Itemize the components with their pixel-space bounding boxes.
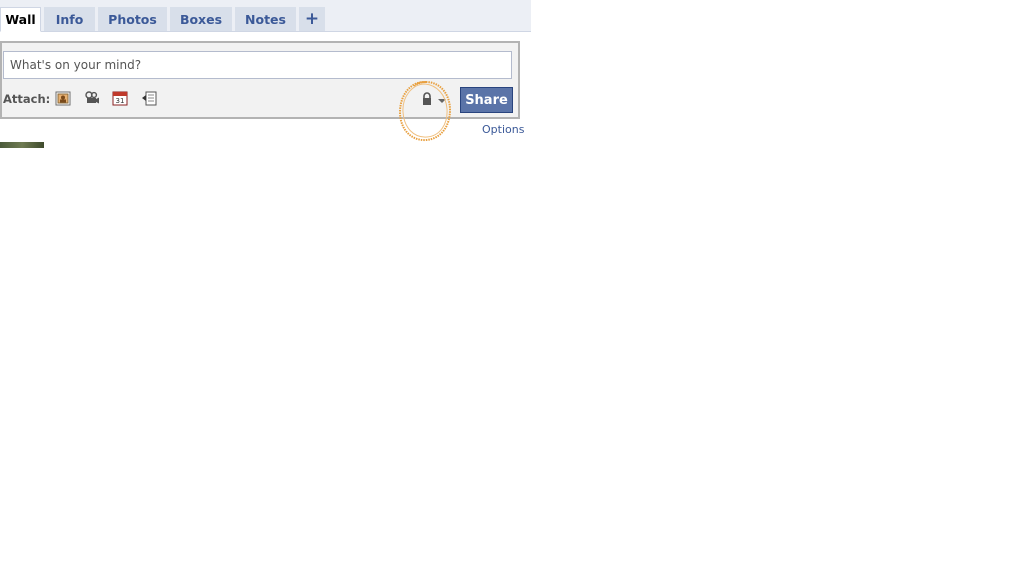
attach-label: Attach: xyxy=(3,92,51,106)
story-author-name[interactable] xyxy=(52,142,142,149)
privacy-selector[interactable] xyxy=(421,91,451,107)
dropdown-arrow-icon xyxy=(438,99,446,103)
tab-notes[interactable]: Notes xyxy=(235,7,296,31)
status-input[interactable] xyxy=(3,51,512,79)
share-button[interactable]: Share xyxy=(460,87,513,113)
tab-wall[interactable]: Wall xyxy=(0,7,41,32)
options-link[interactable]: Options xyxy=(482,123,524,136)
event-icon[interactable]: 31 xyxy=(112,91,128,106)
add-tab-button[interactable]: + xyxy=(299,7,325,31)
tab-boxes[interactable]: Boxes xyxy=(170,7,232,31)
video-icon[interactable] xyxy=(84,91,100,106)
status-publisher: Attach: 31 xyxy=(0,41,520,119)
svg-text:31: 31 xyxy=(116,97,125,105)
tab-photos[interactable]: Photos xyxy=(98,7,167,31)
profile-tab-bar: Wall Info Photos Boxes Notes + xyxy=(0,0,531,32)
lock-icon xyxy=(423,92,431,105)
link-icon[interactable] xyxy=(141,91,157,106)
story-avatar[interactable] xyxy=(0,142,44,148)
tab-info[interactable]: Info xyxy=(44,7,95,31)
photo-icon[interactable] xyxy=(55,91,71,106)
